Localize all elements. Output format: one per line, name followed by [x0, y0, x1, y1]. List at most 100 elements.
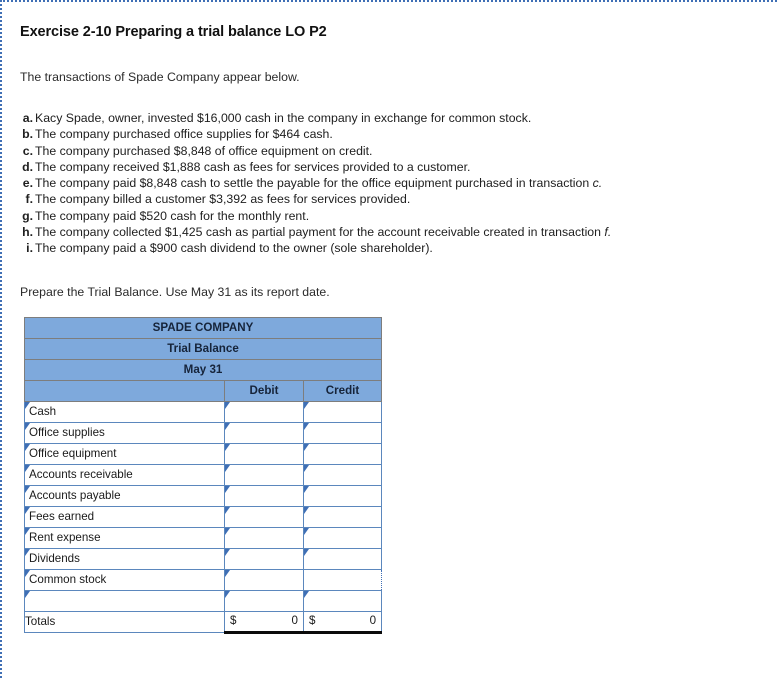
transaction-text: The company received $1,888 cash as fees…: [35, 159, 471, 174]
cell-flag-icon: [304, 527, 309, 535]
account-name-input[interactable]: Dividends: [24, 547, 225, 570]
cell-flag-icon: [304, 422, 309, 430]
totals-debit-currency: $: [230, 613, 237, 627]
debit-amount-input[interactable]: [224, 484, 304, 507]
account-name-input[interactable]: Office supplies: [24, 421, 225, 444]
cell-flag-icon: [25, 464, 30, 472]
debit-amount-input[interactable]: [224, 589, 304, 612]
table-row: Common stock: [24, 568, 383, 591]
credit-amount-input[interactable]: [302, 484, 383, 507]
debit-amount-input[interactable]: [224, 463, 304, 486]
list-item: b. The company purchased office supplies …: [20, 126, 777, 142]
cell-flag-icon: [25, 548, 30, 556]
list-item: i. The company paid a $900 cash dividend …: [20, 240, 777, 256]
list-item: a. Kacy Spade, owner, invested $16,000 ca…: [20, 110, 777, 126]
credit-amount-input[interactable]: [302, 547, 383, 570]
credit-amount-input[interactable]: [302, 505, 383, 528]
transaction-letter: a.: [22, 111, 33, 125]
transaction-text: Kacy Spade, owner, invested $16,000 cash…: [35, 111, 532, 125]
credit-amount-input-active[interactable]: [302, 568, 383, 591]
table-row: Office supplies: [24, 421, 383, 444]
table-row: Accounts payable: [24, 484, 383, 507]
account-name-input[interactable]: Accounts payable: [24, 484, 225, 507]
transaction-letter: g.: [22, 208, 33, 223]
cell-flag-icon: [304, 548, 309, 556]
debit-amount-input[interactable]: [224, 400, 304, 423]
credit-amount-input[interactable]: [302, 589, 383, 612]
debit-column-header: Debit: [224, 379, 304, 402]
transaction-letter: d.: [22, 159, 33, 174]
transaction-text: The company paid a $900 cash dividend to…: [35, 241, 433, 256]
cell-flag-icon: [25, 506, 30, 514]
trial-balance-container: SPADE COMPANY Trial Balance May 31 Debit…: [23, 316, 777, 634]
credit-column-header: Credit: [302, 379, 383, 402]
account-name-value: Common stock: [29, 573, 107, 587]
debit-amount-input[interactable]: [224, 568, 304, 591]
table-row-column-headers: Debit Credit: [24, 379, 383, 402]
intro-text: The transactions of Spade Company appear…: [20, 70, 300, 84]
cell-flag-icon: [225, 569, 230, 577]
cell-flag-icon: [25, 569, 30, 577]
table-row-totals: Totals $ 0 $ 0: [24, 610, 383, 634]
cell-flag-icon: [225, 485, 230, 493]
table-row: Office equipment: [24, 442, 383, 465]
transaction-letter: c.: [22, 143, 33, 158]
transaction-letter: e.: [22, 176, 33, 191]
account-name-input[interactable]: Office equipment: [24, 442, 225, 465]
credit-amount-input[interactable]: [302, 442, 383, 465]
account-name-input[interactable]: Fees earned: [24, 505, 225, 528]
cell-flag-icon: [25, 422, 30, 430]
cell-flag-icon: [225, 464, 230, 472]
transaction-letter: b.: [22, 127, 33, 142]
cell-flag-icon: [225, 527, 230, 535]
account-name-input[interactable]: Rent expense: [24, 526, 225, 549]
transaction-letter: f.: [25, 192, 33, 207]
credit-amount-input[interactable]: [302, 463, 383, 486]
debit-amount-input[interactable]: [224, 547, 304, 570]
account-name-value: Office equipment: [29, 447, 117, 461]
table-row-company: SPADE COMPANY: [23, 316, 383, 339]
account-name-value: Accounts payable: [29, 489, 121, 503]
credit-amount-input[interactable]: [302, 526, 383, 549]
account-name-value: Rent expense: [29, 531, 101, 545]
transaction-list: a. Kacy Spade, owner, invested $16,000 ca…: [20, 110, 777, 257]
totals-credit-currency: $: [309, 613, 316, 627]
cell-flag-icon: [225, 590, 230, 598]
account-column-header: [24, 379, 225, 402]
cell-flag-icon: [304, 401, 309, 409]
cell-flag-icon: [225, 422, 230, 430]
debit-amount-input[interactable]: [224, 526, 304, 549]
account-name-input[interactable]: Cash: [24, 400, 225, 423]
account-name-input[interactable]: [24, 589, 225, 612]
page-title: Exercise 2-10 Preparing a trial balance …: [20, 24, 327, 40]
credit-amount-input[interactable]: [302, 421, 383, 444]
transaction-text: The company collected $1,425 cash as par…: [35, 225, 601, 240]
transaction-text: The company paid $520 cash for the month…: [35, 208, 310, 223]
transaction-letter: i.: [26, 241, 33, 256]
report-date-header: May 31: [23, 358, 383, 381]
cell-flag-icon: [25, 590, 30, 598]
debit-amount-input[interactable]: [224, 505, 304, 528]
list-item: f. The company billed a customer $3,392 a…: [20, 191, 777, 207]
transaction-text: The company billed a customer $3,392 as …: [35, 192, 411, 207]
account-name-value: Fees earned: [29, 510, 95, 524]
list-item: g. The company paid $520 cash for the mon…: [20, 208, 777, 224]
account-name-input[interactable]: Accounts receivable: [24, 463, 225, 486]
trial-balance-table: SPADE COMPANY Trial Balance May 31 Debit…: [23, 316, 383, 634]
transaction-ref: f.: [604, 225, 612, 240]
debit-amount-input[interactable]: [224, 421, 304, 444]
account-name-value: Dividends: [29, 552, 80, 566]
worksheet-page: Exercise 2-10 Preparing a trial balance …: [0, 0, 777, 678]
table-row: Fees earned: [24, 505, 383, 528]
account-name-input[interactable]: Common stock: [24, 568, 225, 591]
credit-amount-input[interactable]: [302, 400, 383, 423]
table-row: [24, 589, 383, 612]
table-row: Accounts receivable: [24, 463, 383, 486]
debit-amount-input[interactable]: [224, 442, 304, 465]
transaction-ref: c.: [592, 176, 603, 191]
account-name-value: Cash: [29, 405, 57, 419]
totals-credit-value: 0: [369, 613, 377, 627]
cell-flag-icon: [304, 506, 309, 514]
content-area: Exercise 2-10 Preparing a trial balance …: [2, 2, 777, 634]
account-name-value: Office supplies: [29, 426, 105, 440]
